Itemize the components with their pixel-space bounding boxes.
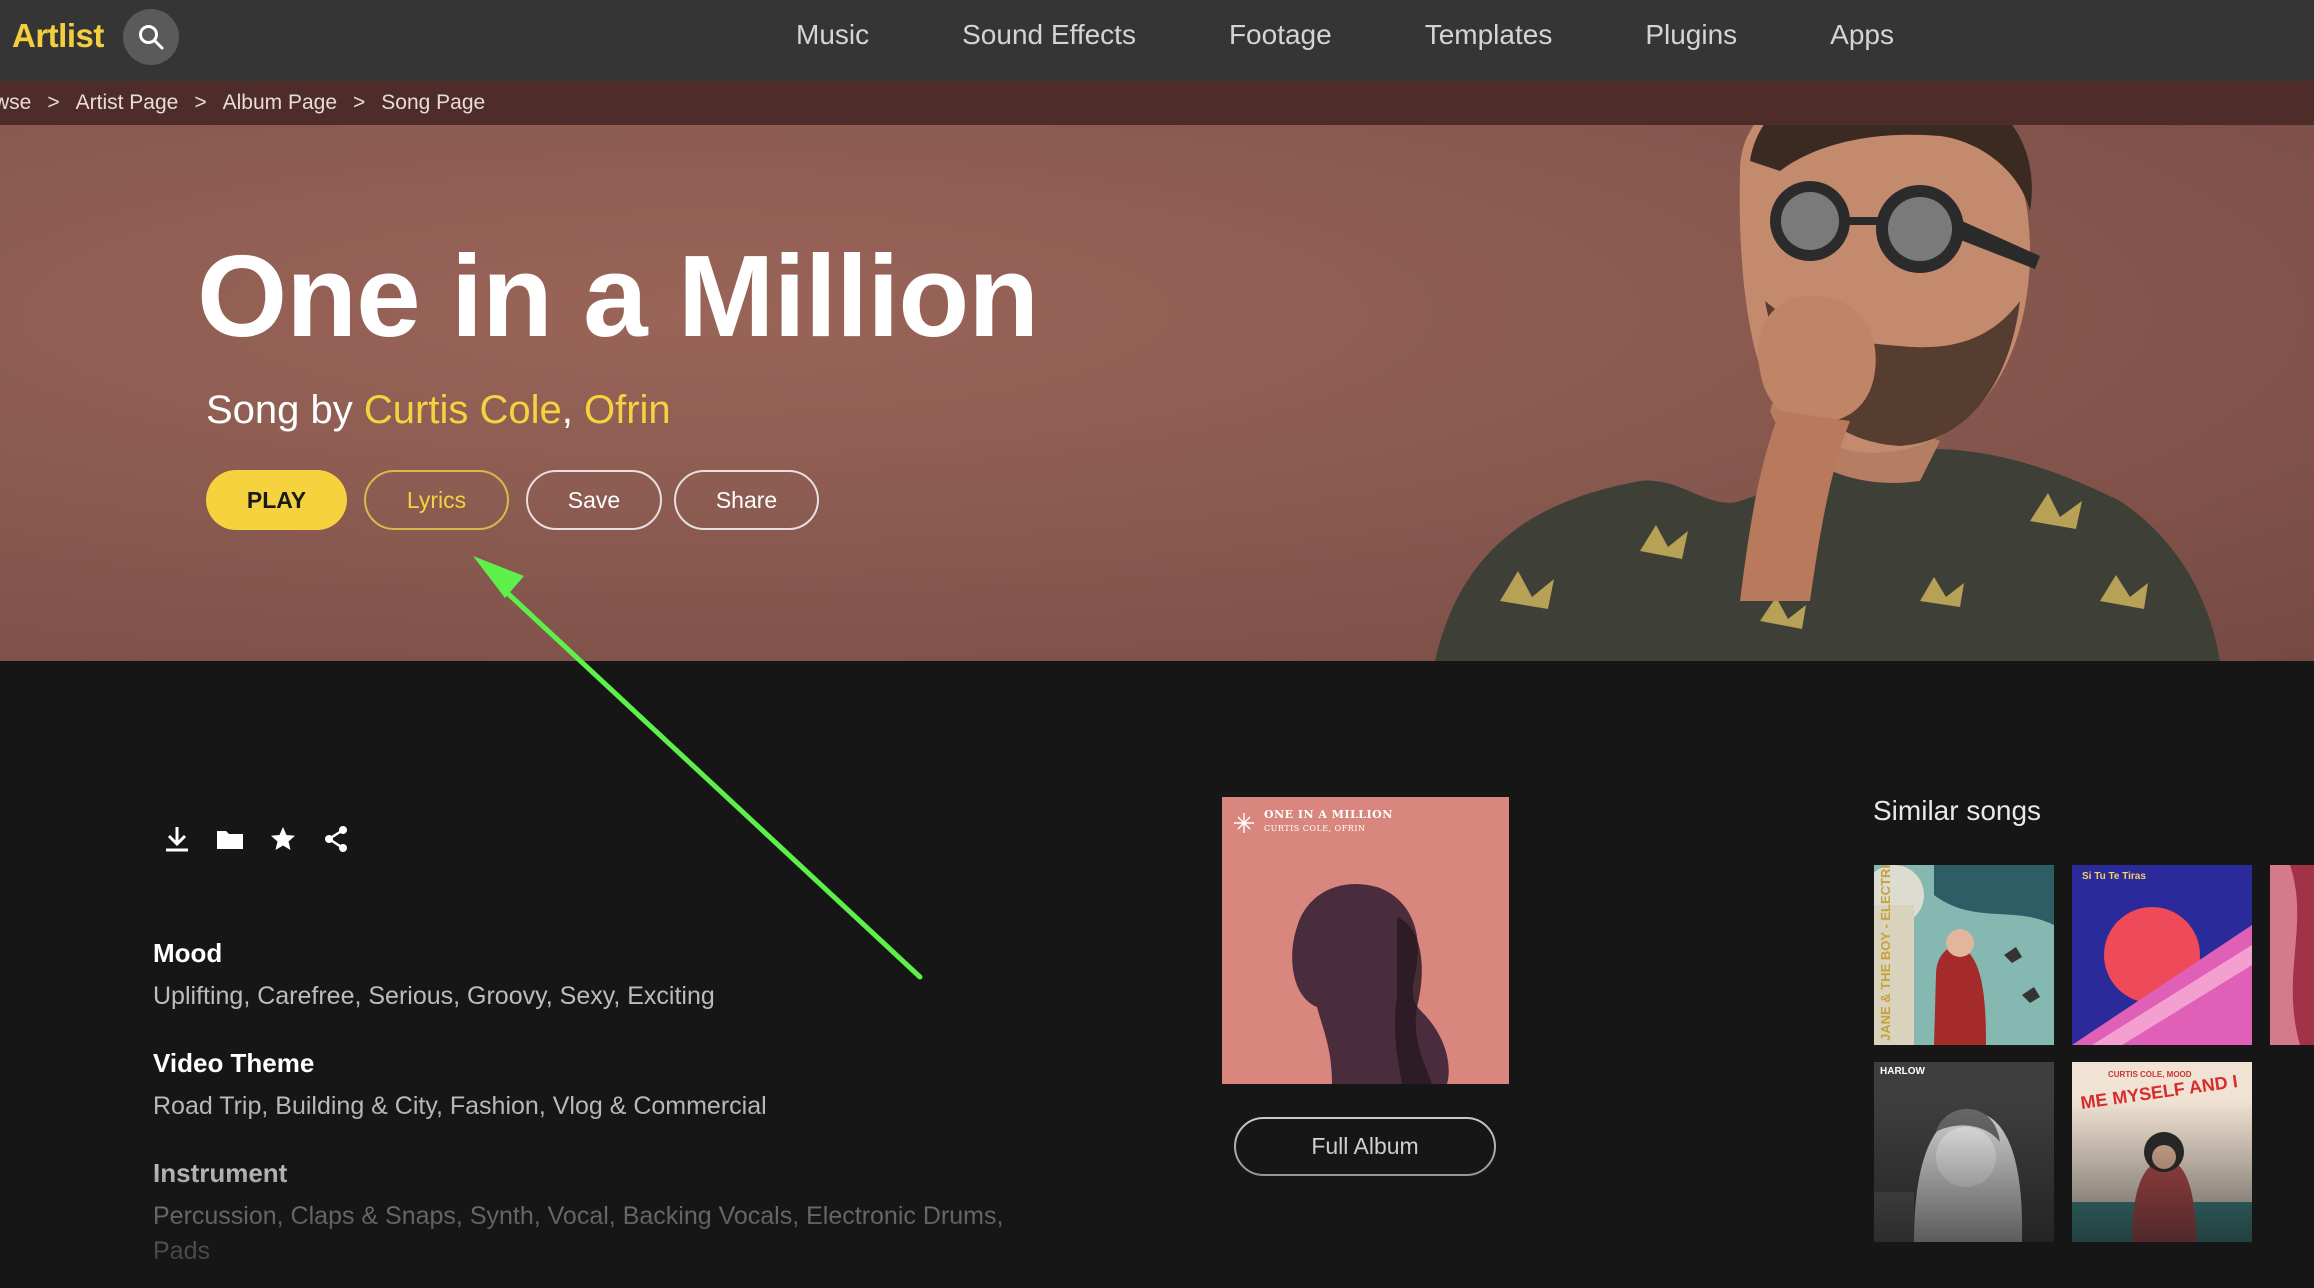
breadcrumb-song-page: Song Page: [381, 91, 486, 114]
artist-link-ofrin[interactable]: Ofrin: [584, 388, 671, 432]
nav-item-music[interactable]: Music: [796, 0, 869, 70]
breadcrumb-browse[interactable]: wse: [0, 91, 31, 115]
similar-song-cover: [1874, 865, 2054, 1045]
similar-songs-title: Similar songs: [1873, 795, 2042, 826]
song-title: One in a Million: [197, 231, 1039, 361]
main-nav: Music Sound Effects Footage Templates Pl…: [796, 0, 1987, 70]
instrument-value: Percussion, Claps & Snaps, Synth, Vocal,…: [153, 1202, 1004, 1230]
album-cover-title: ONE IN A MILLION: [1264, 808, 1393, 821]
similar-song-cover: [2270, 865, 2314, 1045]
share-action-button[interactable]: [319, 822, 353, 856]
similar-song-text: Si Tu Te Tiras: [2082, 871, 2146, 882]
album-cover-image: [1222, 797, 1509, 1084]
download-icon: [166, 827, 188, 852]
song-hero: wse > Artist Page > Album Page > Song Pa…: [0, 81, 2314, 661]
breadcrumb-bar: wse > Artist Page > Album Page > Song Pa…: [0, 81, 2314, 125]
lyrics-button[interactable]: Lyrics: [364, 470, 509, 530]
similar-song-cover: [2072, 865, 2252, 1045]
search-icon: [139, 25, 164, 50]
save-button[interactable]: Save: [526, 470, 662, 530]
similar-song-cover: [1874, 1062, 2054, 1242]
favorite-button[interactable]: [266, 822, 300, 856]
full-album-button[interactable]: Full Album: [1234, 1117, 1496, 1176]
breadcrumb-artist-page[interactable]: Artist Page: [76, 91, 179, 115]
share-button[interactable]: Share: [674, 470, 819, 530]
album-cover-text: ONE IN A MILLION CURTIS COLE, OFRIN: [1264, 808, 1393, 836]
folder-icon: [217, 831, 243, 849]
breadcrumb-separator: >: [47, 91, 60, 114]
song-byline: Song by Curtis Cole, Ofrin: [206, 385, 671, 435]
nav-item-sound-effects[interactable]: Sound Effects: [962, 0, 1136, 70]
artlist-logo[interactable]: Artlist: [12, 14, 104, 58]
nav-item-templates[interactable]: Templates: [1425, 0, 1553, 70]
song-by-label: Song by: [206, 388, 353, 432]
play-button[interactable]: PLAY: [206, 470, 347, 530]
similar-song-thumb[interactable]: [2270, 865, 2314, 1045]
share-icon: [325, 826, 347, 852]
video-theme-label: Video Theme: [153, 1048, 315, 1078]
album-cover[interactable]: ONE IN A MILLION CURTIS COLE, OFRIN: [1222, 797, 1509, 1084]
nav-item-footage[interactable]: Footage: [1229, 0, 1332, 70]
mood-label: Mood: [153, 938, 223, 968]
similar-song-thumb[interactable]: CURTIS COLE, MOOD ME MYSELF AND I: [2072, 1062, 2252, 1242]
song-actions: [160, 822, 372, 856]
download-button[interactable]: [160, 822, 194, 856]
similar-song-text: HARLOW: [1880, 1066, 1925, 1077]
instrument-label: Instrument: [153, 1158, 288, 1188]
artist-photo: [1435, 81, 2220, 661]
similar-song-thumb[interactable]: Si Tu Te Tiras: [2072, 865, 2252, 1045]
breadcrumb: wse > Artist Page > Album Page > Song Pa…: [0, 81, 485, 125]
add-to-folder-button[interactable]: [213, 822, 247, 856]
instrument-value-continued: Pads: [153, 1237, 210, 1265]
album-cover-artists: CURTIS COLE, OFRIN: [1264, 824, 1366, 833]
nav-item-apps[interactable]: Apps: [1830, 0, 1894, 70]
search-button[interactable]: [123, 9, 179, 65]
star-icon: [271, 827, 295, 850]
artist-link-curtis-cole[interactable]: Curtis Cole: [364, 388, 562, 432]
mood-value: Uplifting, Carefree, Serious, Groovy, Se…: [153, 982, 715, 1010]
similar-song-thumb[interactable]: JANE & THE BOY - ELECTRIC: [1874, 865, 2054, 1045]
video-theme-value: Road Trip, Building & City, Fashion, Vlo…: [153, 1092, 767, 1120]
breadcrumb-album-page[interactable]: Album Page: [223, 91, 337, 115]
top-nav-bar: Artlist Music Sound Effects Footage Temp…: [0, 0, 2314, 82]
nav-item-plugins[interactable]: Plugins: [1645, 0, 1737, 70]
breadcrumb-separator: >: [194, 91, 207, 114]
similar-song-thumb[interactable]: HARLOW: [1874, 1062, 2054, 1242]
breadcrumb-separator: >: [353, 91, 366, 114]
similar-song-subtext: CURTIS COLE, MOOD: [2108, 1070, 2192, 1079]
artist-separator: ,: [561, 388, 573, 432]
similar-song-text: JANE & THE BOY - ELECTRIC: [1878, 865, 1893, 1041]
